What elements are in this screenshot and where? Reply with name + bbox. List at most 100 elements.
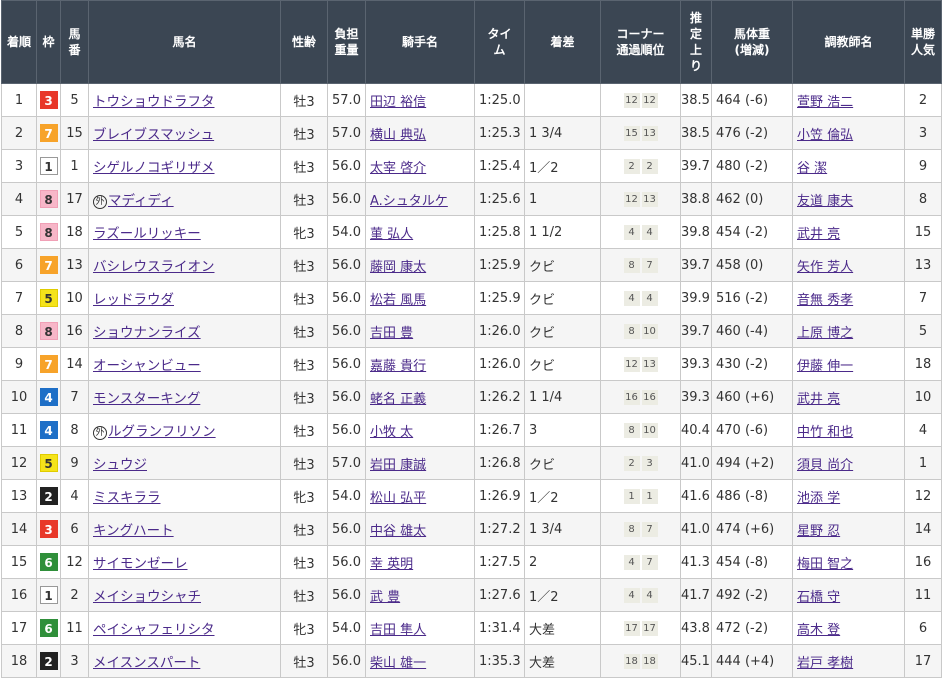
chakusa-cell xyxy=(524,83,601,117)
horse-name-link[interactable]: シゲルノコギリザメ xyxy=(93,160,215,176)
corner-position: 2 xyxy=(641,159,658,174)
horse-name-link[interactable]: バシレウスライオン xyxy=(93,259,215,275)
trainer-link[interactable]: 萱野 浩二 xyxy=(797,95,853,110)
header-jockey[interactable]: 騎手名 xyxy=(365,0,475,84)
trainer-link[interactable]: 高木 登 xyxy=(797,623,840,638)
jockey-link[interactable]: 松山 弘平 xyxy=(370,491,426,506)
chakujun-cell: 14 xyxy=(1,512,37,546)
futan-cell: 57.0 xyxy=(327,446,366,480)
trainer-link[interactable]: 谷 潔 xyxy=(797,161,827,176)
trainer-link[interactable]: 中竹 和也 xyxy=(797,425,853,440)
jockey-link[interactable]: 幸 英明 xyxy=(370,557,413,572)
jockey-link[interactable]: 岩田 康誠 xyxy=(370,458,426,473)
corner-position: 4 xyxy=(623,225,640,240)
horse-name-link[interactable]: ショウナンライズ xyxy=(93,325,201,341)
corner-position: 17 xyxy=(623,621,640,636)
header-waku[interactable]: 枠 xyxy=(36,0,61,84)
trainer-link[interactable]: 小笠 倫弘 xyxy=(797,128,853,143)
jockey-link[interactable]: 吉田 隼人 xyxy=(370,623,426,638)
header-time[interactable]: タイム xyxy=(474,0,525,84)
agari-cell: 39.8 xyxy=(680,215,712,249)
header-bataiju[interactable]: 馬体重 (増減) xyxy=(711,0,793,84)
header-umaban[interactable]: 馬番 xyxy=(60,0,89,84)
trainer-link[interactable]: 池添 学 xyxy=(797,491,840,506)
horse-name-link[interactable]: ブレイブスマッシュ xyxy=(93,127,214,143)
jockey-link[interactable]: 蛯名 正義 xyxy=(370,392,426,407)
horse-name-link[interactable]: キングハート xyxy=(93,523,174,539)
agari-cell: 39.3 xyxy=(680,347,712,381)
chakusa-cell: 2 xyxy=(524,545,601,579)
trainer-link[interactable]: 須貝 尚介 xyxy=(797,458,853,473)
trainer-link[interactable]: 友道 康夫 xyxy=(797,194,853,209)
trainer-link[interactable]: 石橋 守 xyxy=(797,590,840,605)
header-ninki[interactable]: 単勝 人気 xyxy=(904,0,942,84)
jockey-link[interactable]: 菫 弘人 xyxy=(370,227,413,242)
agari-cell: 40.4 xyxy=(680,413,712,447)
trainer-link[interactable]: 岩戸 孝樹 xyxy=(797,656,853,671)
header-trainer[interactable]: 調教師名 xyxy=(792,0,905,84)
bataiju-cell: 454 (-2) xyxy=(711,215,793,249)
horse-name-link[interactable]: ルグランフリソン xyxy=(108,424,216,440)
futan-cell: 57.0 xyxy=(327,116,366,150)
trainer-link[interactable]: 伊藤 伸一 xyxy=(797,359,853,374)
jockey-link[interactable]: 小牧 太 xyxy=(370,425,413,440)
horse-name-link[interactable]: メイショウシャチ xyxy=(93,589,201,605)
chakujun-cell: 12 xyxy=(1,446,37,480)
horse-name-link[interactable]: レッドラウダ xyxy=(93,292,174,308)
trainer-link[interactable]: 矢作 芳人 xyxy=(797,260,853,275)
horse-name-link[interactable]: トウショウドラフタ xyxy=(93,94,215,110)
corner-cell: 12 13 xyxy=(600,182,681,216)
trainer-link[interactable]: 武井 亮 xyxy=(797,227,840,242)
corner-cell: 87 xyxy=(600,512,681,546)
horse-name-link[interactable]: ペイシャフェリシタ xyxy=(93,622,215,638)
jockey-link[interactable]: 中谷 雄太 xyxy=(370,524,426,539)
jockey-link[interactable]: 嘉藤 貴行 xyxy=(370,359,426,374)
trainer-link[interactable]: 武井 亮 xyxy=(797,392,840,407)
horse-name-link[interactable]: メイスンスパート xyxy=(93,655,200,671)
header-seirei[interactable]: 性齢 xyxy=(280,0,328,84)
trainer-link[interactable]: 梅田 智之 xyxy=(797,557,853,572)
corner-position: 13 xyxy=(641,192,658,207)
trainer-link[interactable]: 音無 秀孝 xyxy=(797,293,853,308)
trainer-link[interactable]: 上原 博之 xyxy=(797,326,853,341)
horse-name-link[interactable]: ラズールリッキー xyxy=(93,226,201,242)
horse-name-link[interactable]: マディディ xyxy=(108,193,174,209)
header-chakujun[interactable]: 着順 xyxy=(1,0,37,84)
jockey-cell: 田辺 裕信 xyxy=(365,83,475,117)
jockey-link[interactable]: 太宰 啓介 xyxy=(370,161,426,176)
trainer-link[interactable]: 星野 忍 xyxy=(797,524,840,539)
jockey-link[interactable]: 松若 風馬 xyxy=(370,293,426,308)
agari-cell: 38.8 xyxy=(680,182,712,216)
corner-cell: 47 xyxy=(600,545,681,579)
corner-cell: 44 xyxy=(600,215,681,249)
corner-position: 1 xyxy=(641,489,658,504)
header-name[interactable]: 馬名 xyxy=(88,0,281,84)
waku-cell: 8 xyxy=(36,314,61,348)
jockey-link[interactable]: 田辺 裕信 xyxy=(370,95,426,110)
futan-cell: 54.0 xyxy=(327,611,366,645)
header-corner[interactable]: コーナー 通過順位 xyxy=(600,0,681,84)
waku-badge: 2 xyxy=(39,487,58,505)
chakusa-cell: クビ xyxy=(524,446,601,480)
waku-cell: 5 xyxy=(36,281,61,315)
jockey-link[interactable]: 吉田 豊 xyxy=(370,326,413,341)
jockey-link[interactable]: 横山 典弘 xyxy=(370,128,426,143)
jockey-link[interactable]: A.シュタルケ xyxy=(370,194,448,209)
header-agari[interactable]: 推定上り xyxy=(680,0,712,84)
header-futan[interactable]: 負担 重量 xyxy=(327,0,366,84)
trainer-cell: 萱野 浩二 xyxy=(792,83,905,117)
corner-positions: 15 13 xyxy=(623,126,658,141)
jockey-link[interactable]: 藤岡 康太 xyxy=(370,260,426,275)
jockey-link[interactable]: 柴山 雄一 xyxy=(370,656,426,671)
umaban-cell: 13 xyxy=(60,248,89,282)
horse-name-link[interactable]: モンスターキング xyxy=(93,391,200,407)
corner-position: 16 xyxy=(641,390,658,405)
horse-name-link[interactable]: サイモンゼーレ xyxy=(93,556,188,572)
trainer-cell: 中竹 和也 xyxy=(792,413,905,447)
header-chakusa[interactable]: 着差 xyxy=(524,0,601,84)
horse-name-link[interactable]: ミスキララ xyxy=(93,490,161,506)
horse-name-link[interactable]: オーシャンビュー xyxy=(93,358,201,374)
jockey-link[interactable]: 武 豊 xyxy=(370,590,400,605)
horse-name-link[interactable]: シュウジ xyxy=(93,457,147,473)
waku-cell: 2 xyxy=(36,644,61,678)
